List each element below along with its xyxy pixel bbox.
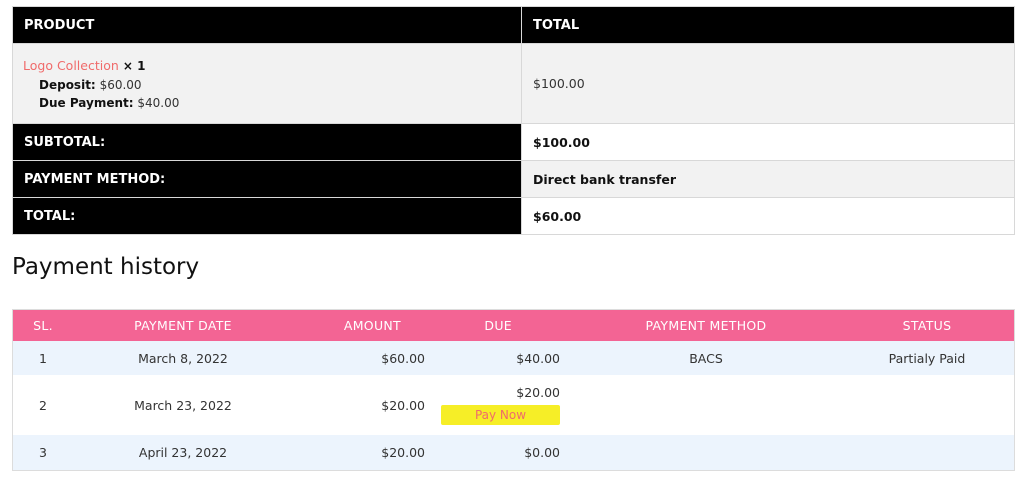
history-header-row: SL. PAYMENT DATE AMOUNT DUE PAYMENT METH… — [13, 310, 1014, 341]
table-row: 2 March 23, 2022 $20.00 $20.00 Pay Now — [13, 375, 1014, 435]
payment-method-value: Direct bank transfer — [521, 160, 1015, 198]
row-status — [840, 375, 1014, 435]
payment-date-column-header: PAYMENT DATE — [73, 310, 293, 341]
row-status: Partialy Paid — [840, 341, 1014, 375]
row-date: March 8, 2022 — [73, 341, 293, 375]
product-quantity: × 1 — [122, 58, 146, 73]
subtotal-row: SUBTOTAL: $100.00 — [12, 123, 1015, 161]
row-date: April 23, 2022 — [73, 435, 293, 470]
payment-method-label: PAYMENT METHOD: — [12, 160, 522, 198]
payment-history-table: SL. PAYMENT DATE AMOUNT DUE PAYMENT METH… — [13, 310, 1014, 470]
payment-method-row: PAYMENT METHOD: Direct bank transfer — [12, 160, 1015, 198]
table-row: 1 March 8, 2022 $60.00 $40.00 BACS Parti… — [13, 341, 1014, 375]
order-item-row: Logo Collection × 1 Deposit: $60.00 Due … — [12, 43, 1015, 124]
deposit-value: $60.00 — [99, 77, 142, 92]
row-amount: $20.00 — [293, 435, 437, 470]
row-sl: 3 — [13, 435, 73, 470]
subtotal-label: SUBTOTAL: — [12, 123, 522, 161]
row-amount: $20.00 — [293, 375, 437, 435]
product-cell: Logo Collection × 1 Deposit: $60.00 Due … — [12, 43, 522, 124]
product-total: $100.00 — [521, 43, 1015, 124]
order-summary-table: PRODUCT TOTAL Logo Collection × 1 Deposi… — [12, 6, 1015, 235]
product-link[interactable]: Logo Collection — [23, 58, 119, 73]
pay-now-button[interactable]: Pay Now — [441, 405, 560, 425]
payment-method-column-header: PAYMENT METHOD — [572, 310, 840, 341]
amount-column-header: AMOUNT — [293, 310, 437, 341]
row-method — [572, 435, 840, 470]
sl-column-header: SL. — [13, 310, 73, 341]
row-method — [572, 375, 840, 435]
row-sl: 2 — [13, 375, 73, 435]
total-column-header: TOTAL — [521, 6, 1015, 44]
payment-history-table-wrapper: SL. PAYMENT DATE AMOUNT DUE PAYMENT METH… — [12, 309, 1015, 471]
row-method: BACS — [572, 341, 840, 375]
total-row: TOTAL: $60.00 — [12, 197, 1015, 235]
row-status — [840, 435, 1014, 470]
row-due: $40.00 — [437, 341, 572, 375]
deposit-line: Deposit: $60.00 — [39, 78, 511, 92]
total-label: TOTAL: — [12, 197, 522, 235]
product-column-header: PRODUCT — [12, 6, 522, 44]
subtotal-value: $100.00 — [521, 123, 1015, 161]
deposit-label: Deposit: — [39, 77, 96, 92]
due-column-header: DUE — [437, 310, 572, 341]
due-payment-value: $40.00 — [137, 95, 180, 110]
row-due: $0.00 — [437, 435, 572, 470]
due-payment-line: Due Payment: $40.00 — [39, 96, 511, 110]
table-row: 3 April 23, 2022 $20.00 $0.00 — [13, 435, 1014, 470]
row-amount: $60.00 — [293, 341, 437, 375]
total-value: $60.00 — [521, 197, 1015, 235]
row-sl: 1 — [13, 341, 73, 375]
row-date: March 23, 2022 — [73, 375, 293, 435]
row-due: $20.00 — [516, 385, 560, 400]
row-due-cell: $20.00 Pay Now — [437, 375, 572, 435]
due-payment-label: Due Payment: — [39, 95, 134, 110]
payment-history-title: Payment history — [12, 254, 200, 280]
status-column-header: STATUS — [840, 310, 1014, 341]
